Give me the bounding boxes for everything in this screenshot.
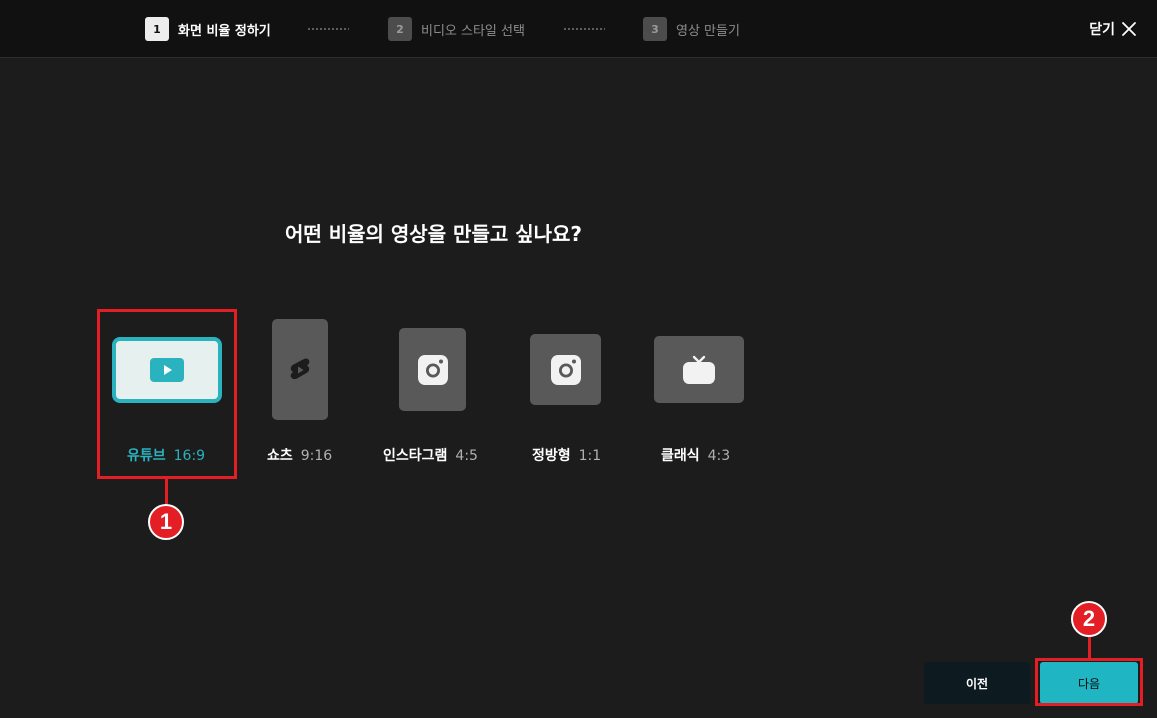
ratio-label-classic: 클래식 4:3 [661,445,730,465]
square-thumbnail[interactable] [530,334,601,405]
close-button[interactable]: 닫기 [1089,16,1137,42]
step-2-label: 비디오 스타일 선택 [421,23,525,39]
annotation-marker-2: 2 [1071,601,1107,637]
tv-icon [683,355,715,384]
option-ratio: 9:16 [300,448,333,464]
instagram-icon [550,354,581,385]
option-name: 클래식 [661,448,700,464]
shorts-thumbnail[interactable] [272,319,328,420]
page-title: 어떤 비율의 영상을 만들고 싶나요? [284,222,583,246]
step-separator [563,28,605,30]
option-name: 정방형 [532,448,571,464]
instagram-thumbnail[interactable] [399,328,466,411]
annotation-connector-1 [165,479,168,504]
step-2-number: 2 [388,17,412,41]
step-3-number: 3 [643,17,667,41]
step-separator [307,28,349,30]
option-ratio: 4:5 [455,448,478,464]
close-label: 닫기 [1089,22,1115,38]
classic-thumbnail[interactable] [654,336,744,403]
step-1: 1 화면 비율 정하기 [145,17,271,41]
option-name: 쇼츠 [267,448,293,464]
annotation-connector-2 [1088,637,1091,659]
step-3-label: 영상 만들기 [676,23,740,39]
instagram-icon [417,354,448,385]
step-3: 3 영상 만들기 [643,17,740,41]
ratio-label-shorts: 쇼츠 9:16 [267,445,332,465]
step-1-number: 1 [145,17,169,41]
ratio-label-instagram: 인스타그램 4:5 [383,445,478,465]
option-name: 인스타그램 [383,448,448,464]
ratio-label-square: 정방형 1:1 [532,445,601,465]
annotation-highlight-1 [97,309,237,479]
annotation-highlight-2 [1035,658,1143,706]
close-icon [1122,22,1136,36]
option-ratio: 4:3 [707,448,731,464]
option-ratio: 1:1 [578,448,602,464]
top-bar: 1 화면 비율 정하기 2 비디오 스타일 선택 3 영상 만들기 닫기 [0,0,1157,58]
prev-button[interactable]: 이전 [924,662,1030,704]
step-1-label: 화면 비율 정하기 [178,23,271,39]
step-2: 2 비디오 스타일 선택 [388,17,525,41]
shorts-icon [290,358,310,379]
annotation-marker-1: 1 [148,504,184,540]
